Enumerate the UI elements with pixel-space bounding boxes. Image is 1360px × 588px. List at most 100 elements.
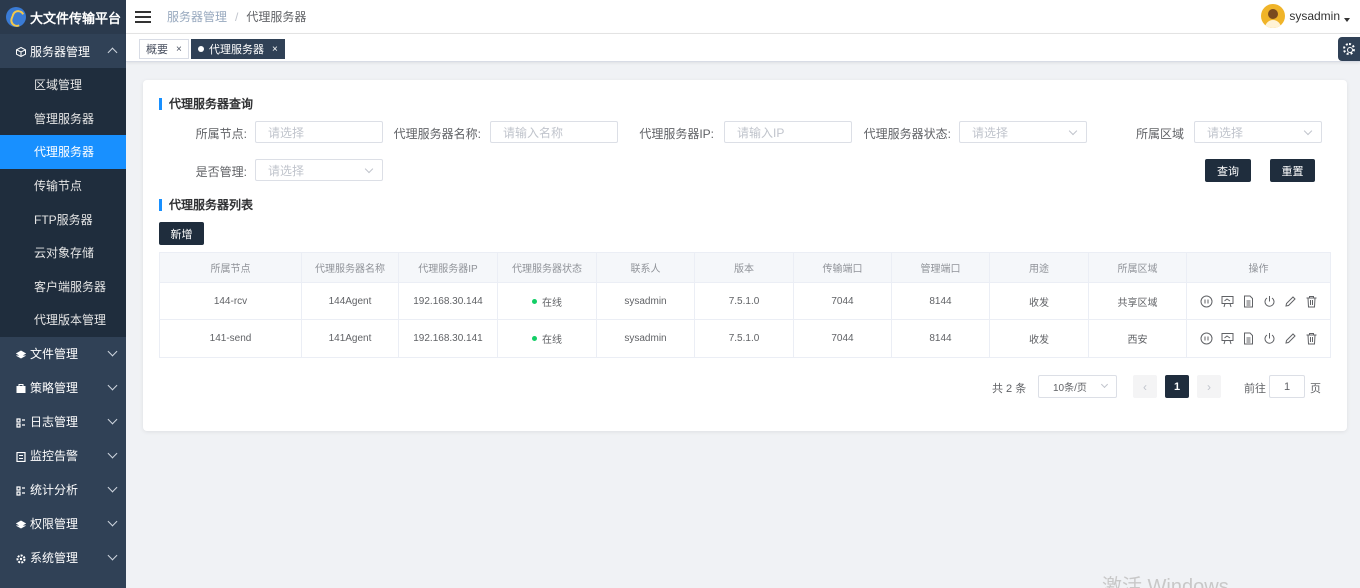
chevron-down-icon [107,550,118,561]
user-menu[interactable]: sysadmin [1261,4,1350,28]
status-text: 在线 [542,335,562,346]
chevron-down-icon [1068,126,1078,136]
cell-contact: sysadmin [597,320,695,357]
menu-group-server[interactable]: 服务器管理 [0,34,126,68]
presentation-icon[interactable] [1221,295,1234,308]
name-label: 代理服务器名称: [393,127,481,141]
col-region[interactable]: 所属区域 [1089,253,1187,282]
sidebar-item-proxy-server[interactable]: 代理服务器 [0,135,126,169]
col-manage-port[interactable]: 管理端口 [892,253,990,282]
prev-page-button[interactable]: ‹ [1133,375,1157,398]
sidebar-item-client-server[interactable]: 客户端服务器 [0,269,126,304]
node-select[interactable]: 请选择 [255,121,383,143]
col-version[interactable]: 版本 [695,253,794,282]
ip-input[interactable]: 请输入IP [724,121,852,143]
tab-proxy-server[interactable]: 代理服务器 × [191,39,285,59]
menu-group-file[interactable]: 文件管理 [0,337,126,371]
reset-button[interactable]: 重置 [1270,159,1315,182]
edit-icon[interactable] [1284,295,1297,308]
chevron-down-icon [107,346,118,357]
tab-label: 代理服务器 [209,44,264,56]
menu-group-label: 文件管理 [30,347,79,362]
sidebar-item-ftp-server[interactable]: FTP服务器 [0,202,126,236]
menu-group-label: 服务器管理 [30,44,91,59]
active-dot-icon [198,46,204,52]
hamburger-menu-icon[interactable] [135,10,151,23]
presentation-icon[interactable] [1221,332,1234,345]
monitor-icon [16,451,26,462]
menu-group-system[interactable]: 系统管理 [0,541,126,575]
name-placeholder: 请输入名称 [503,125,564,140]
managed-placeholder: 请选择 [268,163,305,178]
menu-group-permission[interactable]: 权限管理 [0,507,126,541]
cell-version: 7.5.1.0 [695,320,794,357]
gear-icon [1343,43,1355,55]
edit-icon[interactable] [1284,332,1297,345]
delete-icon[interactable] [1305,295,1318,308]
cell-actions [1187,283,1330,319]
col-name[interactable]: 代理服务器名称 [302,253,399,282]
page-size-select[interactable]: 10条/页 [1038,375,1117,398]
node-placeholder: 请选择 [268,125,305,140]
col-usage[interactable]: 用途 [990,253,1089,282]
search-button[interactable]: 查询 [1205,159,1251,182]
status-select[interactable]: 请选择 [959,121,1087,143]
sidebar-item-cloud-storage[interactable]: 云对象存储 [0,235,126,270]
sidebar-item-transfer-node[interactable]: 传输节点 [0,168,126,203]
region-select[interactable]: 请选择 [1194,121,1322,143]
breadcrumb: 服务器管理 / 代理服务器 [167,8,306,25]
col-transfer-port[interactable]: 传输端口 [794,253,892,282]
cell-manage-port: 8144 [892,283,990,319]
menu-group-label: 系统管理 [30,551,79,566]
ip-placeholder: 请输入IP [737,125,785,140]
goto-page-input[interactable]: 1 [1269,375,1305,398]
menu-group-log[interactable]: 日志管理 [0,405,126,439]
cell-region: 西安 [1089,320,1187,357]
sidebar-item-agent-version[interactable]: 代理版本管理 [0,303,126,337]
chevron-down-icon [107,448,118,459]
col-status[interactable]: 代理服务器状态 [498,253,597,282]
name-input[interactable]: 请输入名称 [490,121,618,143]
delete-icon[interactable] [1305,332,1318,345]
sidebar-item-region[interactable]: 区域管理 [0,68,126,102]
col-node[interactable]: 所属节点 [160,253,302,282]
managed-select[interactable]: 请选择 [255,159,383,181]
col-actions: 操作 [1248,264,1269,275]
document-icon[interactable] [1242,295,1255,308]
page-number-current[interactable]: 1 [1165,375,1189,398]
power-icon[interactable] [1263,295,1276,308]
col-ip[interactable]: 代理服务器IP [399,253,498,282]
sidebar-item-manage-server[interactable]: 管理服务器 [0,101,126,136]
username[interactable]: sysadmin [1289,9,1340,23]
menu-group-policy[interactable]: 策略管理 [0,371,126,405]
pause-icon[interactable] [1200,332,1213,345]
query-section-title: 代理服务器查询 [159,98,253,110]
col-contact[interactable]: 联系人 [597,253,695,282]
status-online-dot [532,298,537,304]
close-icon[interactable]: × [176,44,182,55]
menu-group-label: 统计分析 [30,483,79,498]
caret-down-icon[interactable] [1344,18,1350,22]
table-row: 144-rcv 144Agent 192.168.30.144 在线 sysad… [160,283,1330,320]
breadcrumb-current: 代理服务器 [246,10,307,24]
cell-transfer-port: 7044 [794,283,892,319]
settings-button[interactable] [1338,37,1360,61]
next-page-button[interactable]: › [1197,375,1221,398]
avatar[interactable] [1261,4,1286,28]
top-header: 服务器管理 / 代理服务器 sysadmin [126,0,1360,34]
menu-group-monitor[interactable]: 监控告警 [0,439,126,473]
add-button[interactable]: 新增 [159,222,204,245]
activate-windows-watermark: 激活 Windows [1102,576,1229,588]
layers-icon [15,349,27,359]
document-icon[interactable] [1242,332,1255,345]
pause-icon[interactable] [1200,295,1213,308]
status-online-dot [532,336,537,341]
menu-group-stats[interactable]: 统计分析 [0,473,126,507]
cell-usage: 收发 [990,320,1089,357]
cell-actions [1187,320,1330,357]
breadcrumb-item[interactable]: 服务器管理 [167,8,227,25]
tab-overview[interactable]: 概要 × [139,39,189,59]
power-icon[interactable] [1263,332,1276,345]
table-row: 141-send 141Agent 192.168.30.141 在线 sysa… [160,320,1330,357]
close-icon[interactable]: × [272,44,278,55]
